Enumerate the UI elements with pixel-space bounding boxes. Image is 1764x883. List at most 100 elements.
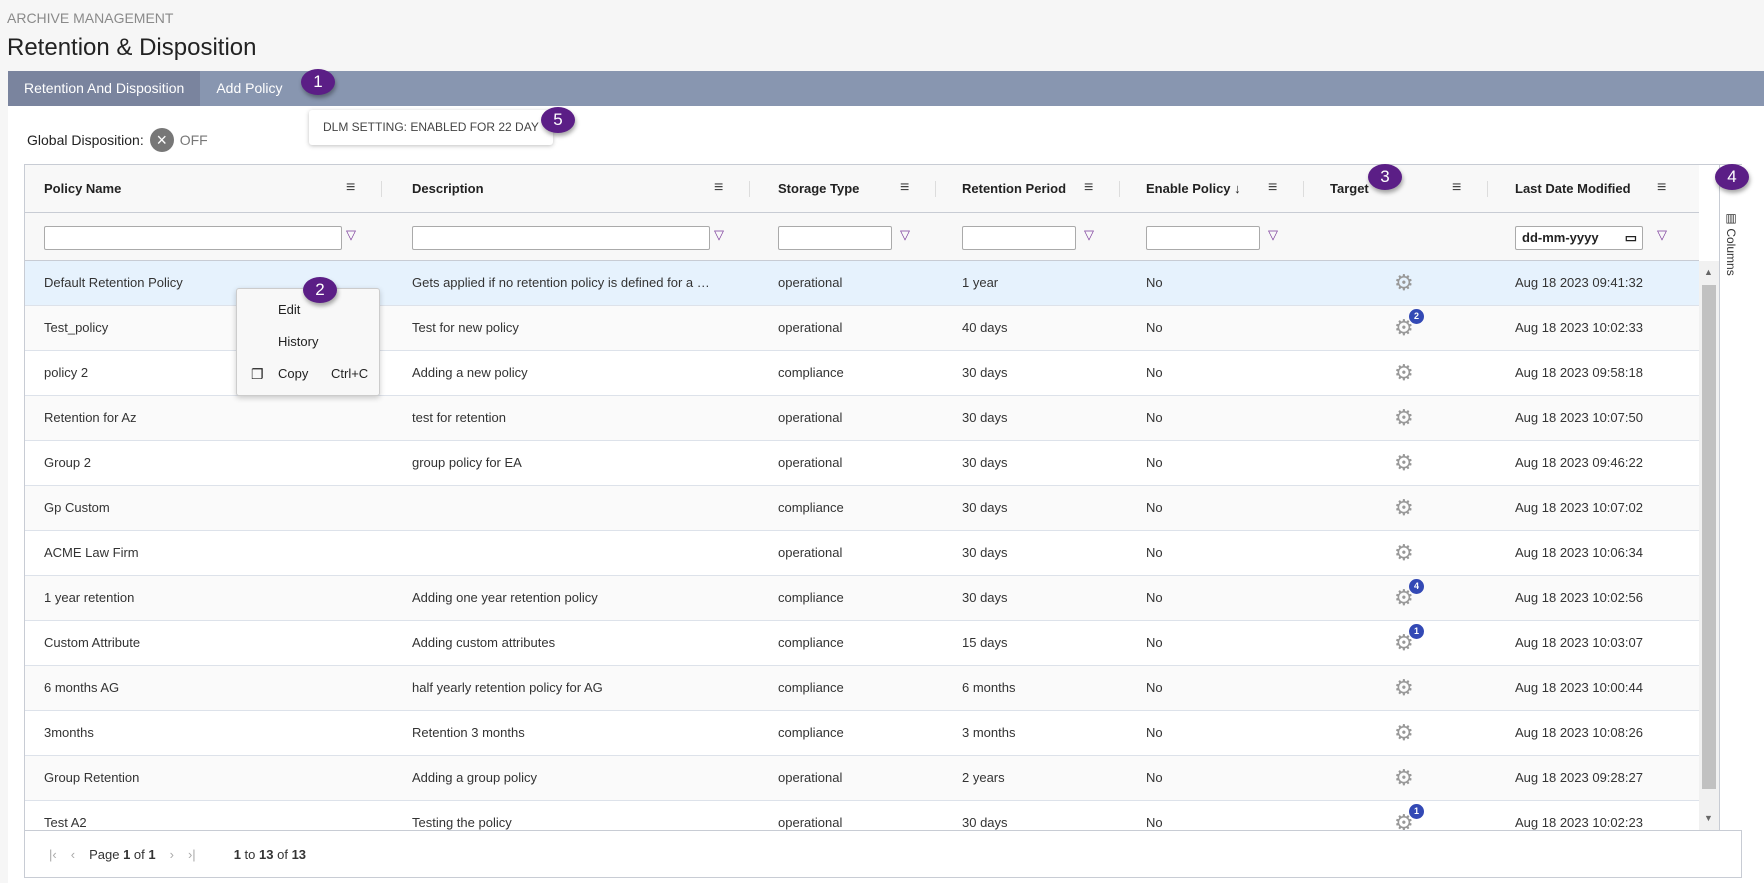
tab-retention-and-disposition[interactable]: Retention And Disposition bbox=[8, 71, 201, 106]
first-page-icon[interactable]: |‹ bbox=[49, 847, 57, 862]
column-menu-icon[interactable]: ≡ bbox=[1084, 165, 1093, 211]
column-menu-icon[interactable]: ≡ bbox=[714, 165, 723, 211]
column-header-policy-name[interactable]: Policy Name bbox=[44, 165, 121, 213]
context-menu-copy[interactable]: ❐ Copy Ctrl+C bbox=[237, 359, 381, 389]
tab-add-policy[interactable]: Add Policy bbox=[200, 71, 298, 106]
cell-enabled: No bbox=[1146, 770, 1163, 785]
column-menu-icon[interactable]: ≡ bbox=[1657, 165, 1666, 211]
column-menu-icon[interactable]: ≡ bbox=[1452, 165, 1461, 211]
cell-period: 30 days bbox=[962, 545, 1008, 560]
cell-period: 3 months bbox=[962, 725, 1016, 740]
breadcrumb: ARCHIVE MANAGEMENT bbox=[7, 10, 174, 26]
columns-side-panel: ▥ Columns bbox=[1719, 165, 1742, 830]
table-row[interactable]: Test A2 Testing the policy operational 30 d… bbox=[25, 801, 1699, 830]
column-separator[interactable] bbox=[749, 181, 750, 197]
date-filter-input[interactable]: dd-mm-yyyy ▭ bbox=[1515, 226, 1643, 250]
filter-icon[interactable]: ▽ bbox=[714, 227, 724, 243]
filter-input-enable-policy[interactable] bbox=[1146, 226, 1260, 250]
column-header-description[interactable]: Description bbox=[412, 165, 484, 213]
cell-storage: operational bbox=[778, 815, 843, 830]
filter-icon[interactable]: ▽ bbox=[1084, 227, 1094, 243]
previous-page-icon[interactable]: ‹ bbox=[71, 847, 75, 862]
column-separator[interactable] bbox=[1119, 181, 1120, 197]
cell-description: Adding a group policy bbox=[412, 770, 538, 785]
last-page-icon[interactable]: ›| bbox=[188, 847, 196, 862]
columns-toggle[interactable]: ▥ Columns bbox=[1724, 211, 1738, 276]
gear-icon[interactable]: ⚙ bbox=[1394, 271, 1414, 295]
cell-description: Adding one year retention policy bbox=[412, 590, 598, 605]
cell-description: Testing the policy bbox=[412, 815, 512, 830]
cell-description: group policy for EA bbox=[412, 455, 522, 470]
cell-enabled: No bbox=[1146, 815, 1163, 830]
table-row[interactable]: Group Retention Adding a group policy oper… bbox=[25, 756, 1699, 801]
gear-icon[interactable]: ⚙ bbox=[1394, 766, 1414, 790]
filter-input-description[interactable] bbox=[412, 226, 710, 250]
cell-enabled: No bbox=[1146, 680, 1163, 695]
scroll-down-icon[interactable]: ▼ bbox=[1704, 813, 1713, 823]
column-menu-icon[interactable]: ≡ bbox=[900, 165, 909, 211]
pagination: |‹ ‹ Page 1 of 1 › ›| 1 to 13 of 13 bbox=[25, 830, 1741, 878]
gear-icon[interactable]: ⚙ bbox=[1394, 361, 1414, 385]
cell-storage: operational bbox=[778, 770, 843, 785]
column-header-retention-period[interactable]: Retention Period bbox=[962, 165, 1066, 213]
column-header-storage-type[interactable]: Storage Type bbox=[778, 165, 859, 213]
cell-name: Custom Attribute bbox=[44, 635, 141, 650]
next-page-icon[interactable]: › bbox=[170, 847, 174, 862]
page-indicator: Page 1 of 1 bbox=[89, 847, 156, 862]
column-separator[interactable] bbox=[1487, 181, 1488, 197]
filter-input-retention-period[interactable] bbox=[962, 226, 1076, 250]
filter-icon[interactable]: ▽ bbox=[1657, 227, 1667, 243]
tab-bar: Retention And Disposition Add Policy bbox=[8, 71, 1764, 106]
cell-storage: operational bbox=[778, 275, 843, 290]
table-row[interactable]: 6 months AG half yearly retention policy … bbox=[25, 666, 1699, 711]
table-row[interactable]: 3months Retention 3 months compliance 3 mon… bbox=[25, 711, 1699, 756]
gear-icon[interactable]: ⚙ bbox=[1394, 676, 1414, 700]
x-circle-icon[interactable]: × bbox=[149, 128, 174, 152]
table-row[interactable]: Custom Attribute Adding custom attributes… bbox=[25, 621, 1699, 666]
gear-icon[interactable]: ⚙ bbox=[1394, 541, 1414, 565]
filter-input-policy-name[interactable] bbox=[44, 226, 342, 250]
cell-modified: Aug 18 2023 10:02:56 bbox=[1515, 590, 1643, 605]
scroll-up-icon[interactable]: ▲ bbox=[1704, 267, 1713, 277]
vertical-scrollbar[interactable]: ▲ ▼ bbox=[1699, 261, 1719, 830]
cell-enabled: No bbox=[1146, 455, 1163, 470]
column-menu-icon[interactable]: ≡ bbox=[346, 165, 355, 211]
gear-icon[interactable]: ⚙ bbox=[1394, 406, 1414, 430]
annotation-badge-4: 4 bbox=[1715, 164, 1749, 190]
column-header-target[interactable]: Target bbox=[1330, 165, 1369, 213]
filter-icon[interactable]: ▽ bbox=[346, 227, 356, 243]
table-row[interactable]: ACME Law Firm operational 30 days No Aug 18 … bbox=[25, 531, 1699, 576]
cell-period: 40 days bbox=[962, 320, 1008, 335]
scrollbar-thumb[interactable] bbox=[1702, 285, 1716, 789]
cell-storage: operational bbox=[778, 320, 843, 335]
column-header-enable-policy[interactable]: Enable Policy ↓ bbox=[1146, 165, 1241, 213]
gear-icon[interactable]: ⚙ bbox=[1394, 451, 1414, 475]
table-row[interactable]: Group 2 group policy for EA operational 30 … bbox=[25, 441, 1699, 486]
column-menu-icon[interactable]: ≡ bbox=[1268, 165, 1277, 211]
columns-icon: ▥ bbox=[1724, 211, 1738, 229]
column-separator[interactable] bbox=[935, 181, 936, 197]
context-menu-history[interactable]: History bbox=[237, 327, 381, 357]
cell-period: 30 days bbox=[962, 500, 1008, 515]
calendar-icon[interactable]: ▭ bbox=[1625, 227, 1637, 249]
cell-modified: Aug 18 2023 10:07:50 bbox=[1515, 410, 1643, 425]
table-row[interactable]: Gp Custom compliance 30 days No Aug 18 2023 … bbox=[25, 486, 1699, 531]
table-row[interactable]: Retention for Az test for retention operat… bbox=[25, 396, 1699, 441]
table-row[interactable]: 1 year retention Adding one year retentio… bbox=[25, 576, 1699, 621]
gear-icon[interactable]: ⚙ bbox=[1394, 496, 1414, 520]
cell-modified: Aug 18 2023 10:08:26 bbox=[1515, 725, 1643, 740]
policy-grid: Policy Name ≡ Description ≡ Storage Type ≡ Ret… bbox=[24, 164, 1742, 878]
column-separator[interactable] bbox=[381, 181, 382, 197]
filter-icon[interactable]: ▽ bbox=[1268, 227, 1278, 243]
cell-enabled: No bbox=[1146, 725, 1163, 740]
column-header-last-date-modified[interactable]: Last Date Modified bbox=[1515, 165, 1631, 213]
cell-storage: operational bbox=[778, 455, 843, 470]
filter-icon[interactable]: ▽ bbox=[900, 227, 910, 243]
context-menu: Edit History ❐ Copy Ctrl+C bbox=[236, 288, 380, 396]
filter-input-storage-type[interactable] bbox=[778, 226, 892, 250]
cell-description: half yearly retention policy for AG bbox=[412, 680, 603, 695]
gear-icon[interactable]: ⚙ bbox=[1394, 721, 1414, 745]
cell-name: 3months bbox=[44, 725, 94, 740]
cell-description: test for retention bbox=[412, 410, 506, 425]
column-separator[interactable] bbox=[1303, 181, 1304, 197]
